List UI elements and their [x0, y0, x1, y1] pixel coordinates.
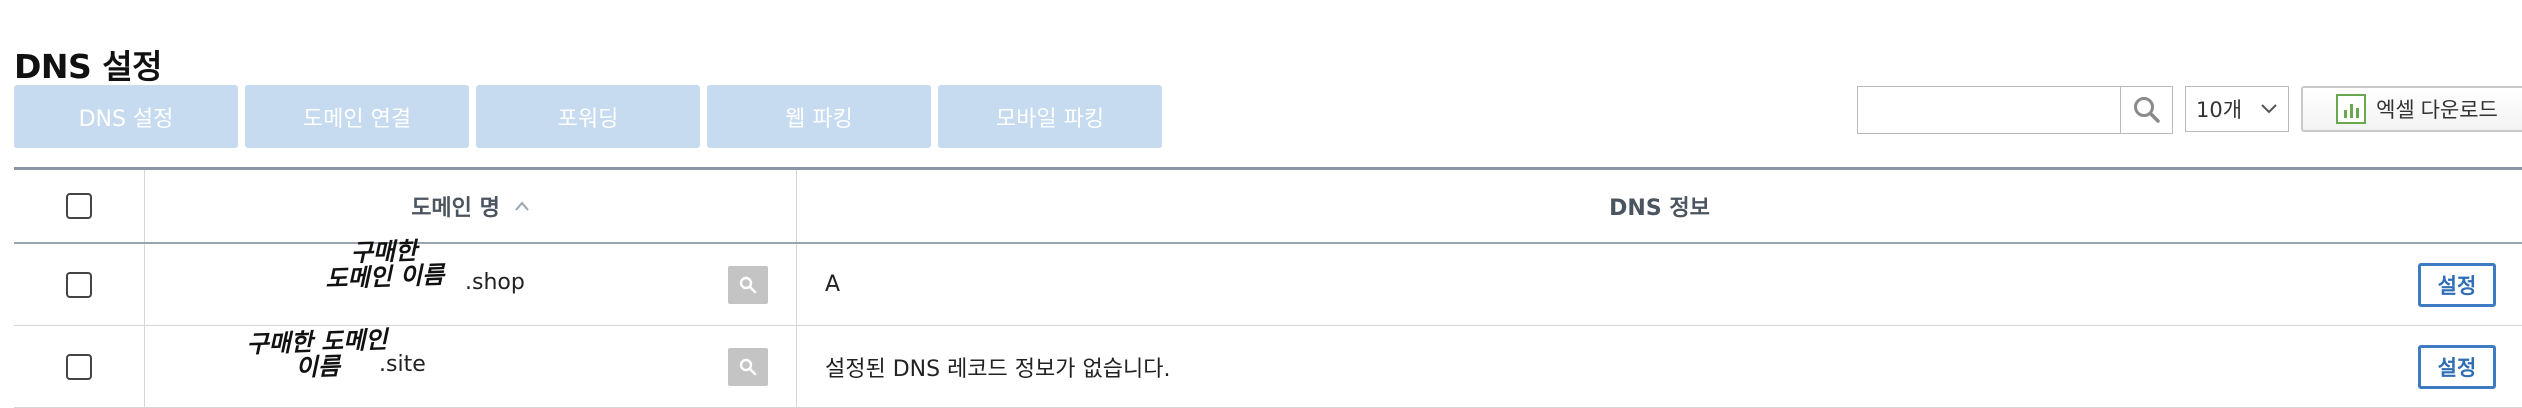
domain-tld: .shop — [465, 270, 525, 295]
header-dns-cell: DNS 정보 — [797, 170, 2522, 242]
dns-info-text: A — [825, 272, 841, 297]
table-header: 도메인 명 DNS 정보 — [14, 170, 2522, 244]
row-checkbox[interactable] — [66, 353, 92, 380]
excel-chart-icon — [2336, 94, 2367, 124]
toolbar: 10개 엑셀 다운로드 — [1857, 85, 2522, 135]
search-box — [1857, 86, 2173, 134]
domain-tld: .site — [379, 352, 426, 377]
header-domain-cell[interactable]: 도메인 명 — [145, 170, 797, 242]
table-row: 구매한 도메인 이름 .shop A 설정 — [14, 237, 2522, 326]
tab-dns-settings[interactable]: DNS 설정 — [14, 85, 238, 148]
search-icon — [739, 358, 757, 376]
domain-cell: 구매한 도메인 이름 .shop — [145, 237, 797, 325]
excel-download-label: 엑셀 다운로드 — [2376, 99, 2498, 122]
domain-search-button[interactable] — [728, 348, 768, 386]
search-input[interactable] — [1858, 87, 2120, 133]
domain-search-button[interactable] — [728, 266, 768, 304]
dns-info-cell: 설정된 DNS 레코드 정보가 없습니다. 설정 — [797, 326, 2522, 407]
dns-info-text: 설정된 DNS 레코드 정보가 없습니다. — [825, 356, 1171, 382]
handwritten-domain-note: 구매한 도메인 이름 — [324, 236, 445, 294]
domain-cell: 구매한 도메인 이름 .site — [145, 326, 797, 407]
page-size-value: 10개 — [2196, 98, 2243, 122]
row-check-cell — [14, 326, 145, 407]
tab-bar: DNS 설정 도메인 연결 포워딩 웹 파킹 모바일 파킹 — [14, 85, 1162, 148]
select-all-checkbox[interactable] — [66, 193, 92, 219]
tab-domain-connect[interactable]: 도메인 연결 — [245, 85, 469, 148]
row-check-cell — [14, 244, 145, 325]
dns-info-cell: A 설정 — [797, 244, 2522, 325]
dns-setting-button[interactable]: 설정 — [2418, 345, 2496, 389]
page-size-select[interactable]: 10개 — [2185, 86, 2289, 132]
search-icon — [739, 276, 757, 294]
excel-download-button[interactable]: 엑셀 다운로드 — [2301, 86, 2522, 132]
row-checkbox[interactable] — [66, 271, 92, 298]
page-title: DNS 설정 — [14, 47, 163, 87]
chevron-up-icon — [515, 201, 529, 211]
table-row: 구매한 도메인 이름 .site 설정된 DNS 레코드 정보가 없습니다. 설정 — [14, 326, 2522, 408]
handwritten-domain-note: 구매한 도메인 이름 — [246, 325, 388, 382]
tab-web-parking[interactable]: 웹 파킹 — [707, 85, 931, 148]
search-button[interactable] — [2120, 87, 2172, 133]
chevron-down-icon — [2261, 104, 2277, 114]
dns-setting-button[interactable]: 설정 — [2418, 263, 2496, 307]
tab-mobile-parking[interactable]: 모바일 파킹 — [938, 85, 1162, 148]
domain-column-header: 도메인 명 — [411, 196, 500, 221]
dns-table: 도메인 명 DNS 정보 구매한 도메인 이름 .shop A 설정 구매한 도… — [14, 167, 2522, 408]
tab-forwarding[interactable]: 포워딩 — [476, 85, 700, 148]
dns-column-header: DNS 정보 — [1609, 196, 1710, 221]
search-icon — [2133, 97, 2160, 123]
header-check-cell — [14, 170, 145, 242]
